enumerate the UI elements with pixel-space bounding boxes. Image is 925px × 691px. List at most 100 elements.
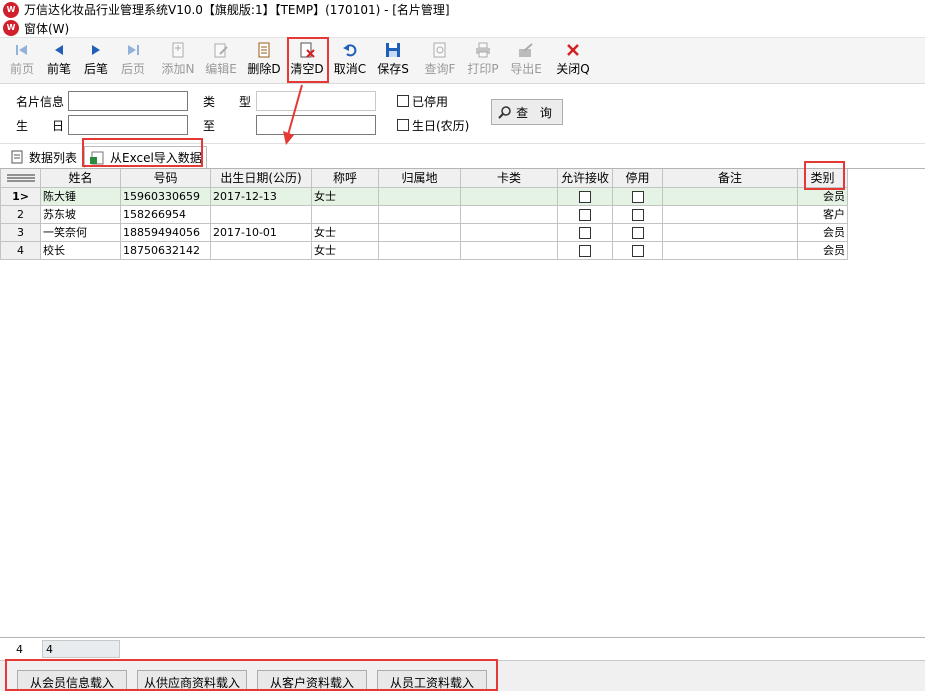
cell-region[interactable] [378, 204, 461, 224]
disabled-row-checkbox[interactable] [631, 244, 644, 257]
magnifier-icon [498, 106, 511, 119]
load-from-suppliers-button[interactable]: 从供应商资料载入 [137, 670, 247, 691]
load-from-employees-button[interactable]: 从员工资料载入 [377, 670, 487, 691]
toolbar: 前页 前笔 后笔 后页 添加N 编辑E 删除D 清空D 取消C 保存S 查询F [0, 38, 925, 84]
cell-name[interactable]: 陈大锤 [40, 186, 121, 206]
cell-card[interactable] [460, 204, 558, 224]
cell-category[interactable]: 会员 [797, 186, 848, 206]
query-button[interactable]: 查 询 [491, 99, 563, 125]
query-button-toolbar[interactable]: 查询F [423, 40, 457, 82]
cell-category[interactable]: 会员 [797, 240, 848, 260]
cell-name[interactable]: 一笑奈何 [40, 222, 121, 242]
add-button[interactable]: 添加N [160, 40, 196, 82]
row-number[interactable]: 4 [0, 240, 41, 260]
birthday-to-input[interactable] [256, 115, 376, 135]
column-header[interactable]: 停用 [612, 169, 663, 188]
column-header[interactable]: 姓名 [40, 169, 121, 188]
cell-region[interactable] [378, 222, 461, 242]
birthday-from-input[interactable] [68, 115, 188, 135]
column-header[interactable]: 备注 [662, 169, 798, 188]
save-button[interactable]: 保存S [376, 40, 410, 82]
cell-phone[interactable]: 15960330659 [120, 186, 211, 206]
cell-note[interactable] [662, 204, 798, 224]
cell-phone[interactable]: 158266954 [120, 204, 211, 224]
cell-disabled[interactable] [612, 222, 663, 242]
next-record-button[interactable]: 后笔 [82, 40, 110, 82]
column-header[interactable]: 允许接收 [557, 169, 613, 188]
close-button[interactable]: 关闭Q [556, 40, 590, 82]
cell-birth[interactable]: 2017-10-01 [210, 222, 312, 242]
table-row[interactable]: 3 一笑奈何 18859494056 2017-10-01 女士 会员 [0, 222, 848, 242]
cell-birth[interactable] [210, 240, 312, 260]
cell-note[interactable] [662, 186, 798, 206]
print-button[interactable]: 打印P [466, 40, 500, 82]
cell-note[interactable] [662, 240, 798, 260]
load-from-members-button[interactable]: 从会员信息载入 [17, 670, 127, 691]
column-header[interactable]: 归属地 [378, 169, 461, 188]
disabled-checkbox[interactable] [397, 95, 409, 107]
allow-checkbox[interactable] [579, 226, 591, 239]
row-number[interactable]: 3 [0, 222, 41, 242]
table-row[interactable]: 4 校长 18750632142 女士 会员 [0, 240, 848, 260]
cell-title[interactable]: 女士 [311, 186, 379, 206]
cell-name[interactable]: 苏东坡 [40, 204, 121, 224]
card-info-input[interactable] [68, 91, 188, 111]
table-row[interactable]: 1> 陈大锤 15960330659 2017-12-13 女士 会员 [0, 186, 848, 206]
cell-title[interactable]: 女士 [311, 222, 379, 242]
load-from-customers-button[interactable]: 从客户资料载入 [257, 670, 367, 691]
clear-button[interactable]: 清空D [289, 40, 325, 82]
column-header[interactable]: 号码 [120, 169, 211, 188]
previous-record-button[interactable]: 前笔 [44, 40, 74, 82]
cell-name[interactable]: 校长 [40, 240, 121, 260]
disabled-row-checkbox[interactable] [631, 190, 644, 203]
allow-checkbox[interactable] [579, 208, 591, 221]
row-selector-header[interactable] [0, 169, 41, 188]
table-row[interactable]: 2 苏东坡 158266954 客户 [0, 204, 848, 224]
cell-birth[interactable]: 2017-12-13 [210, 186, 312, 206]
cell-birth[interactable] [210, 204, 312, 224]
row-number[interactable]: 1> [0, 186, 41, 206]
cell-allow[interactable] [557, 186, 613, 206]
cell-allow[interactable] [557, 240, 613, 260]
load-from-customers-label: 从客户资料载入 [269, 675, 354, 690]
cancel-button[interactable]: 取消C [333, 40, 367, 82]
app-logo-icon: W [3, 1, 19, 18]
row-number[interactable]: 2 [0, 204, 41, 224]
cell-allow[interactable] [557, 222, 613, 242]
disabled-row-checkbox[interactable] [631, 226, 644, 239]
cell-region[interactable] [378, 186, 461, 206]
edit-button[interactable]: 编辑E [203, 40, 239, 82]
allow-checkbox[interactable] [579, 190, 591, 203]
column-header[interactable]: 类别 [797, 169, 848, 188]
column-header[interactable]: 出生日期(公历) [210, 169, 312, 188]
allow-checkbox[interactable] [579, 244, 591, 257]
last-page-button[interactable]: 后页 [118, 40, 148, 82]
cell-note[interactable] [662, 222, 798, 242]
cell-card[interactable] [460, 186, 558, 206]
cell-disabled[interactable] [612, 186, 663, 206]
cell-title[interactable]: 女士 [311, 240, 379, 260]
query-button-label: 查 询 [516, 105, 556, 120]
disabled-row-checkbox[interactable] [631, 208, 644, 221]
cell-title[interactable] [311, 204, 379, 224]
menu-item-window[interactable]: 窗体(W) [24, 20, 69, 37]
lunar-birthday-checkbox[interactable] [397, 119, 409, 131]
cell-category[interactable]: 会员 [797, 222, 848, 242]
first-page-button[interactable]: 前页 [6, 40, 38, 82]
cell-card[interactable] [460, 240, 558, 260]
cell-region[interactable] [378, 240, 461, 260]
delete-button[interactable]: 删除D [246, 40, 282, 82]
type-select[interactable] [256, 91, 376, 111]
cell-disabled[interactable] [612, 204, 663, 224]
cell-card[interactable] [460, 222, 558, 242]
cell-disabled[interactable] [612, 240, 663, 260]
column-header[interactable]: 称呼 [311, 169, 379, 188]
tab-excel-import[interactable]: 从Excel导入数据 [84, 146, 207, 168]
tab-data-list[interactable]: 数据列表 [6, 146, 81, 168]
export-button[interactable]: 导出E [509, 40, 543, 82]
cell-allow[interactable] [557, 204, 613, 224]
cell-phone[interactable]: 18859494056 [120, 222, 211, 242]
cell-phone[interactable]: 18750632142 [120, 240, 211, 260]
column-header[interactable]: 卡类 [460, 169, 558, 188]
cell-category[interactable]: 客户 [797, 204, 848, 224]
